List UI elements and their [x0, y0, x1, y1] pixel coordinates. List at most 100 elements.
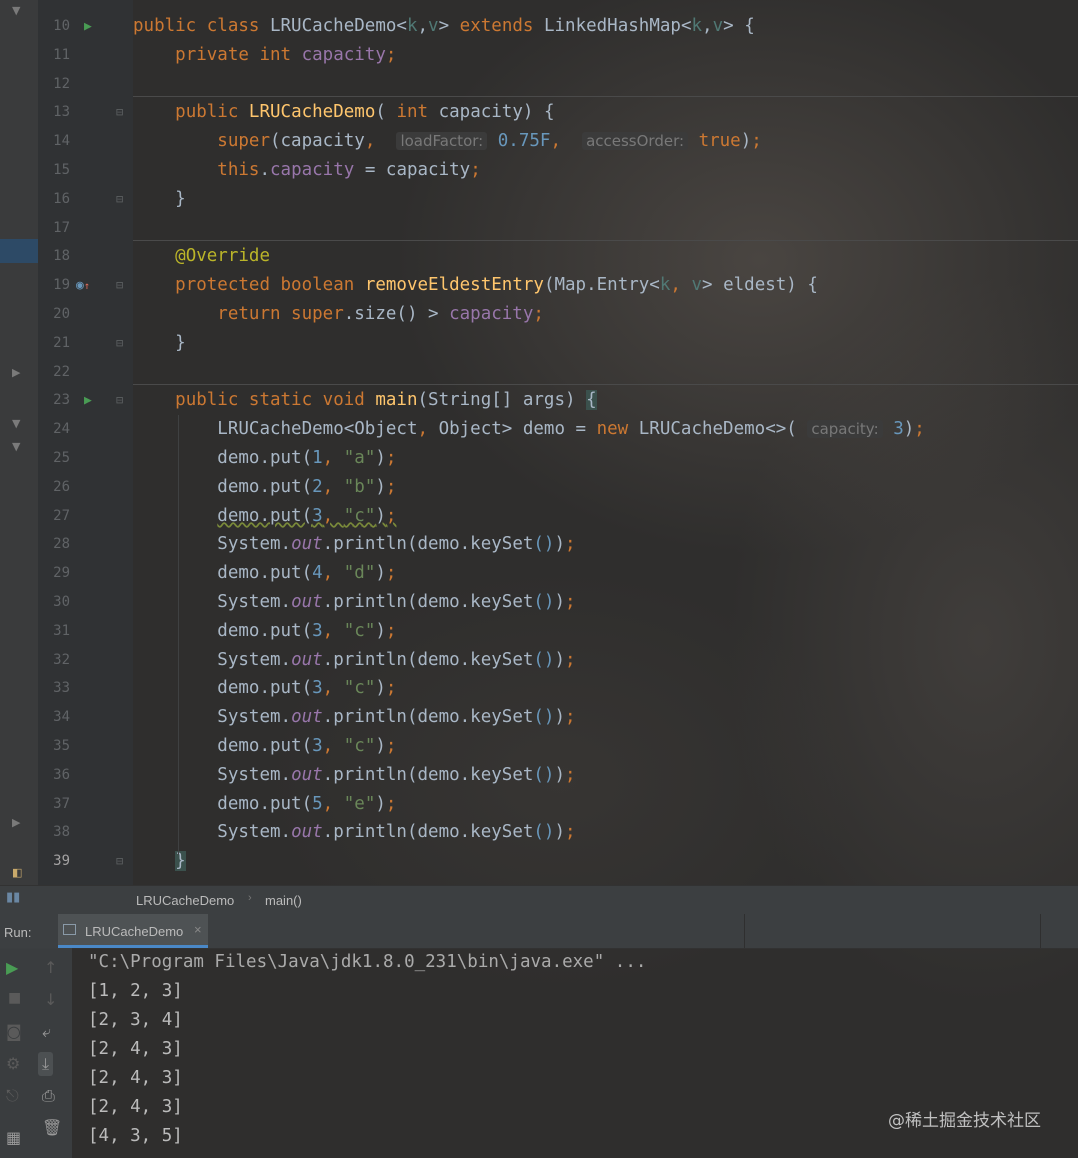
line-number: 38 — [53, 824, 70, 841]
code-line[interactable]: public class LRUCacheDemo<k,v> extends L… — [133, 12, 755, 41]
code-line[interactable]: demo.put(3, "c"); — [133, 617, 396, 646]
line-number: 37 — [53, 795, 70, 812]
fold-marker-icon[interactable]: ⊟ — [116, 271, 123, 300]
snippet-icon[interactable]: ◧ — [12, 866, 22, 879]
trash-icon[interactable]: 🗑 — [42, 1118, 62, 1137]
collapse-marker-icon[interactable]: ▶ — [12, 366, 20, 379]
code-line[interactable]: } — [133, 185, 186, 214]
bars-icon[interactable]: ▮▮ — [6, 890, 20, 905]
settings-icon[interactable]: ⚙ — [6, 1054, 20, 1073]
collapse-marker-icon[interactable]: ▶ — [12, 816, 20, 829]
active-line-highlight — [0, 239, 38, 263]
line-number: 19 — [53, 277, 70, 294]
stop-icon[interactable]: ■ — [8, 990, 21, 1006]
arrow-up-icon[interactable]: ↑ — [44, 958, 57, 977]
code-line[interactable]: } — [133, 329, 186, 358]
line-number: 10 — [53, 18, 70, 34]
console-tab-icon — [63, 924, 76, 935]
layout-icon[interactable]: ▦ — [6, 1128, 21, 1147]
line-number: 28 — [53, 536, 70, 553]
code-line[interactable]: demo.put(1, "a"); — [133, 444, 396, 473]
code-line[interactable]: public static void main(String[] args) { — [133, 386, 597, 415]
print-icon[interactable]: ⎙ — [42, 1086, 55, 1106]
line-number: 26 — [53, 478, 70, 495]
line-number: 18 — [53, 248, 70, 265]
line-number: 21 — [53, 334, 70, 351]
left-tool-strip: ▼ ▶ ▼ ▼ ▶ ◧ — [0, 0, 39, 885]
console-line: [2, 4, 3] — [88, 1068, 183, 1088]
tab-divider — [1040, 914, 1041, 948]
camera-icon[interactable]: ◙ — [6, 1022, 22, 1041]
structure-marker-icon[interactable]: ▼ — [12, 4, 20, 17]
code-line[interactable]: demo.put(3, "c"); — [133, 732, 396, 761]
code-line[interactable]: System.out.println(demo.keySet()); — [133, 818, 575, 847]
code-line[interactable]: System.out.println(demo.keySet()); — [133, 588, 575, 617]
code-line[interactable]: private int capacity; — [133, 41, 396, 70]
arrow-down-icon[interactable]: ↓ — [44, 990, 57, 1009]
line-number: 15 — [53, 162, 70, 178]
run-panel-header: Run: LRUCacheDemo × — [0, 914, 1078, 949]
exit-icon[interactable]: ⎋ — [6, 1086, 19, 1106]
breadcrumb-method[interactable]: main() — [265, 893, 302, 908]
code-line[interactable]: protected boolean removeEldestEntry(Map.… — [133, 271, 818, 300]
code-line[interactable]: System.out.println(demo.keySet()); — [133, 761, 575, 790]
fold-marker-icon[interactable]: ⊟ — [116, 847, 123, 876]
fold-marker-icon[interactable]: ⊟ — [116, 185, 123, 214]
layout-marker-icon[interactable]: ▼ — [12, 417, 20, 430]
code-line[interactable]: demo.put(4, "d"); — [133, 559, 396, 588]
breadcrumb-class[interactable]: LRUCacheDemo — [136, 893, 234, 908]
line-number: 35 — [53, 738, 70, 754]
line-number: 12 — [53, 75, 70, 92]
close-icon[interactable]: × — [194, 922, 202, 937]
code-line[interactable]: demo.put(2, "b"); — [133, 473, 396, 502]
line-number: 34 — [53, 709, 70, 726]
run-gutter-icon[interactable]: ▶ — [84, 12, 92, 41]
scroll-to-end-icon[interactable]: ⤓ — [38, 1052, 54, 1076]
run-tab-label: LRUCacheDemo — [85, 924, 184, 939]
tab-divider — [744, 914, 745, 948]
fold-marker-icon[interactable]: ⊟ — [116, 386, 123, 415]
fold-marker-icon[interactable]: ⊟ — [116, 98, 123, 127]
code-area[interactable]: public class LRUCacheDemo<k,v> extends L… — [133, 0, 1078, 885]
code-line[interactable]: demo.put(3, "c"); — [133, 502, 396, 531]
breadcrumb: ▮▮ LRUCacheDemo › main() — [0, 885, 1078, 915]
line-number: 32 — [53, 651, 70, 668]
rerun-icon[interactable]: ▶ — [6, 958, 18, 977]
line-number: 31 — [53, 622, 70, 639]
line-number: 29 — [53, 565, 70, 582]
line-number: 20 — [53, 306, 70, 322]
run-gutter-icon[interactable]: ▶ — [84, 386, 92, 415]
line-number: 17 — [53, 219, 70, 236]
line-number: 39 — [53, 853, 70, 870]
code-line[interactable]: @Override — [133, 242, 270, 271]
expand-marker-icon[interactable]: ▼ — [12, 440, 20, 453]
watermark: @稀土掘金技术社区 — [888, 1111, 1041, 1131]
run-toolbar: ▶ ■ ◙ ⚙ ⎋ ▦ ↑ ↓ ⤶ ⤓ ⎙ 🗑 — [0, 948, 72, 1158]
line-number: 36 — [53, 766, 70, 783]
console-line: [1, 2, 3] — [88, 981, 183, 1001]
console-line: [4, 3, 5] — [88, 1126, 183, 1146]
code-line[interactable]: System.out.println(demo.keySet()); — [133, 530, 575, 559]
run-label: Run: — [4, 925, 32, 940]
code-line[interactable]: public LRUCacheDemo( int capacity) { — [133, 98, 554, 127]
line-number: 22 — [53, 363, 70, 380]
code-line[interactable]: super(capacity, loadFactor: 0.75F, acces… — [133, 127, 762, 156]
line-number: 24 — [53, 421, 70, 438]
code-line[interactable]: System.out.println(demo.keySet()); — [133, 703, 575, 732]
fold-marker-icon[interactable]: ⊟ — [116, 329, 123, 358]
console-line: [2, 3, 4] — [88, 1010, 183, 1030]
chevron-right-icon: › — [248, 892, 252, 904]
code-line[interactable]: demo.put(3, "c"); — [133, 674, 396, 703]
code-line[interactable]: demo.put(5, "e"); — [133, 790, 396, 819]
console-command: "C:\Program Files\Java\jdk1.8.0_231\bin\… — [88, 952, 647, 972]
console-line: [2, 4, 3] — [88, 1039, 183, 1059]
run-tab[interactable]: LRUCacheDemo × — [58, 914, 208, 948]
override-marker-icon[interactable]: ◉↑ — [76, 271, 90, 300]
soft-wrap-icon[interactable]: ⤶ — [42, 1022, 51, 1042]
code-line[interactable]: this.capacity = capacity; — [133, 156, 480, 185]
code-line[interactable]: return super.size() > capacity; — [133, 300, 544, 329]
line-number: 23 — [53, 392, 70, 409]
code-line[interactable]: System.out.println(demo.keySet()); — [133, 646, 575, 675]
code-line[interactable]: LRUCacheDemo<Object, Object> demo = new … — [133, 415, 925, 444]
indent-guide — [178, 415, 179, 855]
